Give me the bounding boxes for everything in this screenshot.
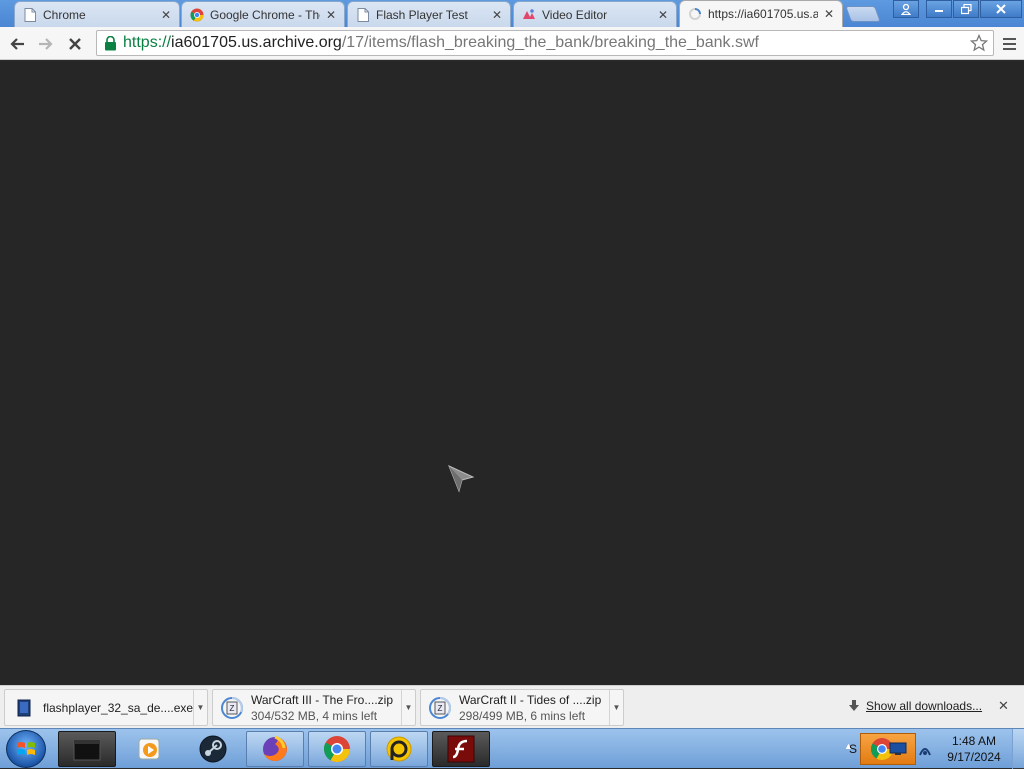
new-tab-button[interactable] <box>845 6 881 22</box>
tab-title: Chrome <box>43 7 86 22</box>
tab-google-chrome[interactable]: Google Chrome - The ✕ <box>181 1 345 27</box>
stop-icon <box>69 38 81 50</box>
show-desktop-button[interactable] <box>1012 729 1024 769</box>
taskbar-media-player[interactable] <box>120 731 178 767</box>
url-host: ia601705.us.archive.org <box>171 34 342 51</box>
stop-loading-button[interactable] <box>64 33 86 55</box>
download-name: WarCraft II - Tides of ....zip <box>459 692 602 707</box>
taskbar-flash-player[interactable] <box>432 731 490 767</box>
zip-file-icon: Z <box>429 696 451 719</box>
restore-button[interactable] <box>953 0 979 18</box>
chrome-icon <box>190 8 204 22</box>
download-item[interactable]: Z WarCraft II - Tides of ....zip 298/499… <box>420 689 624 726</box>
display-icon <box>889 742 907 755</box>
mouse-cursor-icon <box>448 465 475 493</box>
svg-text:Z: Z <box>438 704 443 713</box>
start-button[interactable] <box>6 730 46 768</box>
media-player-icon <box>138 738 160 760</box>
close-icon[interactable]: ✕ <box>159 8 173 22</box>
tray-letter: S <box>849 742 858 756</box>
tab-strip: Chrome ✕ Google Chrome - The ✕ Flash Pla… <box>0 0 1024 27</box>
show-all-downloads-link[interactable]: Show all downloads... <box>866 699 982 713</box>
back-arrow-icon <box>10 38 24 50</box>
tab-chrome[interactable]: Chrome ✕ <box>14 1 180 27</box>
app-circle-d-icon <box>386 736 412 762</box>
hamburger-icon-bar <box>1002 48 1016 50</box>
close-window-button[interactable] <box>980 0 1022 18</box>
close-icon <box>996 4 1006 14</box>
browser-toolbar: https://ia601705.us.archive.org/17/items… <box>0 27 1024 60</box>
url-scheme: https:// <box>123 34 172 51</box>
taskbar-steam[interactable] <box>184 731 242 767</box>
user-profile-button[interactable] <box>893 0 919 18</box>
chrome-icon <box>323 736 351 763</box>
star-icon <box>970 34 988 52</box>
taskbar-chrome[interactable] <box>308 731 366 767</box>
close-icon[interactable]: ✕ <box>490 8 504 22</box>
chevron-down-icon[interactable]: ▼ <box>401 690 415 725</box>
tab-archive-active[interactable]: https://ia601705.us.a ✕ <box>679 0 843 27</box>
bookmark-star-button[interactable] <box>969 33 989 53</box>
loading-spinner-icon <box>688 7 702 21</box>
back-button[interactable] <box>6 33 28 55</box>
download-arrow-icon <box>849 700 859 711</box>
taskbar: ▲ S 1:48 AM 9/17/2024 <box>0 728 1024 769</box>
download-name: WarCraft III - The Fro....zip <box>251 692 394 707</box>
flash-player-icon <box>447 735 475 763</box>
close-icon[interactable]: ✕ <box>656 8 670 22</box>
tab-title: Flash Player Test <box>376 7 468 22</box>
steam-icon <box>199 735 227 763</box>
window-controls <box>892 0 1022 18</box>
download-name: flashplayer_32_sa_de....exe <box>43 700 193 715</box>
download-status: 304/532 MB, 4 mins left <box>251 708 378 723</box>
download-shelf: flashplayer_32_sa_de....exe ▼ Z WarCraft… <box>0 685 1024 728</box>
tab-video-editor[interactable]: Video Editor ✕ <box>513 1 677 27</box>
minimize-button[interactable] <box>926 0 952 18</box>
url-path: /17/items/flash_breaking_the_bank/breaki… <box>341 34 759 51</box>
page-icon <box>23 7 37 22</box>
hamburger-icon-bar <box>1002 43 1016 45</box>
tab-title: https://ia601705.us.a <box>708 7 818 21</box>
zip-file-icon: Z <box>221 696 243 719</box>
tab-flash-player-test[interactable]: Flash Player Test ✕ <box>347 1 511 27</box>
download-item[interactable]: Z WarCraft III - The Fro....zip 304/532 … <box>212 689 416 726</box>
close-shelf-button[interactable]: ✕ <box>998 698 1009 714</box>
tab-title: Google Chrome - The <box>210 7 320 22</box>
flash-content-area[interactable] <box>0 61 1024 685</box>
hamburger-icon-bar <box>1002 38 1016 40</box>
lock-icon <box>101 34 119 52</box>
tray-app-highlight[interactable]: S <box>849 733 916 765</box>
address-bar[interactable]: https://ia601705.us.archive.org/17/items… <box>96 30 994 56</box>
video-editor-icon <box>522 8 536 22</box>
windows-logo-icon <box>17 742 35 755</box>
installer-file-icon <box>13 697 35 719</box>
tab-title: Video Editor <box>542 7 608 22</box>
svg-text:Z: Z <box>230 704 235 713</box>
forward-button[interactable] <box>35 33 57 55</box>
chevron-down-icon[interactable]: ▼ <box>193 690 207 725</box>
system-clock[interactable]: 1:48 AM 9/17/2024 <box>940 733 1008 765</box>
terminal-app-icon <box>73 739 101 761</box>
download-item[interactable]: flashplayer_32_sa_de....exe ▼ <box>4 689 208 726</box>
forward-arrow-icon <box>39 38 53 50</box>
taskbar-app-circle-d[interactable] <box>370 731 428 767</box>
close-icon[interactable]: ✕ <box>324 8 338 22</box>
firefox-icon <box>263 735 287 761</box>
restore-icon <box>960 3 972 14</box>
clock-time: 1:48 AM <box>951 734 997 748</box>
page-icon <box>356 7 370 22</box>
clock-date: 9/17/2024 <box>947 750 1001 764</box>
minimize-icon <box>935 10 943 12</box>
user-icon <box>901 3 911 15</box>
chevron-down-icon[interactable]: ▼ <box>609 690 623 725</box>
close-icon[interactable]: ✕ <box>822 7 836 21</box>
taskbar-terminal[interactable] <box>58 731 116 767</box>
chrome-menu-button[interactable] <box>998 33 1020 55</box>
download-status: 298/499 MB, 6 mins left <box>459 708 586 723</box>
network-icon[interactable] <box>918 741 932 762</box>
taskbar-firefox[interactable] <box>246 731 304 767</box>
